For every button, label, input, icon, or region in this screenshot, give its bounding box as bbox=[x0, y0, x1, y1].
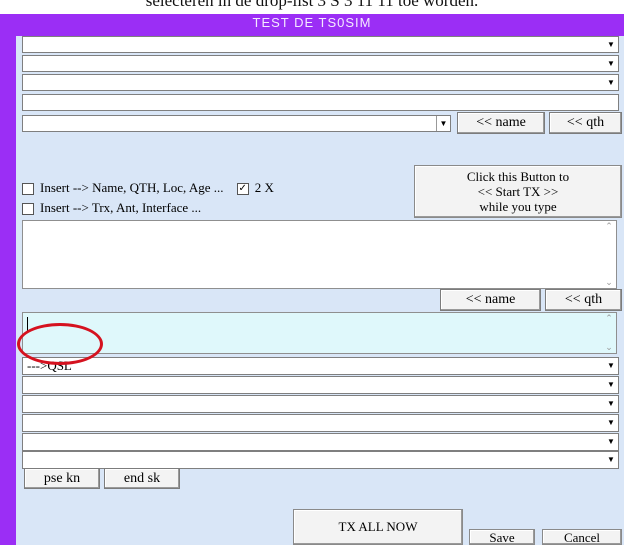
caption-text: selecteren in de drop-list 3 S 3 11 11 t… bbox=[145, 0, 479, 10]
macro-dropdown-3[interactable]: ▼ bbox=[22, 395, 619, 413]
scroll-up-icon[interactable]: ⌃ bbox=[605, 221, 613, 232]
top-dropdown-2[interactable]: ▼ bbox=[22, 55, 619, 72]
qth-button-top[interactable]: << qth bbox=[549, 112, 622, 134]
insert-name-label: Insert --> Name, QTH, Loc, Age ... bbox=[40, 180, 224, 195]
chevron-down-icon[interactable]: ▼ bbox=[604, 377, 618, 392]
macro-dropdown-2[interactable]: ▼ bbox=[22, 376, 619, 394]
chevron-down-icon[interactable]: ▼ bbox=[604, 434, 618, 449]
message-textarea[interactable]: ⌃ ⌄ bbox=[22, 220, 617, 289]
macro-dropdown-4[interactable]: ▼ bbox=[22, 414, 619, 432]
macro-dropdown-1[interactable]: --->QSL ▼ bbox=[22, 357, 619, 375]
insert-trx-label: Insert --> Trx, Ant, Interface ... bbox=[40, 200, 202, 215]
input-scrollbar[interactable]: ⌃ ⌄ bbox=[602, 313, 616, 353]
chevron-down-icon[interactable]: ▼ bbox=[604, 415, 618, 430]
top-text-field[interactable] bbox=[22, 94, 619, 111]
window-title: TEST DE TS0SIM bbox=[252, 15, 372, 30]
chevron-down-icon[interactable]: ▼ bbox=[604, 37, 618, 52]
top-dropdown-3[interactable]: ▼ bbox=[22, 74, 619, 91]
macro-dropdown-5[interactable]: ▼ bbox=[22, 433, 619, 451]
scroll-down-icon[interactable]: ⌄ bbox=[605, 277, 613, 288]
name-button-mid[interactable]: << name bbox=[440, 289, 541, 311]
end-sk-button[interactable]: end sk bbox=[104, 468, 180, 489]
chevron-down-icon[interactable]: ▼ bbox=[604, 452, 618, 467]
chevron-down-icon[interactable]: ▼ bbox=[604, 396, 618, 411]
scroll-down-icon[interactable]: ⌄ bbox=[605, 342, 613, 353]
insert-trx-check-row[interactable]: Insert --> Trx, Ant, Interface ... bbox=[22, 200, 201, 216]
start-tx-button[interactable]: Click this Button to << Start TX >> whil… bbox=[414, 165, 622, 218]
chevron-down-icon[interactable]: ▼ bbox=[436, 116, 450, 131]
chevron-down-icon[interactable]: ▼ bbox=[604, 358, 618, 373]
scroll-up-icon[interactable]: ⌃ bbox=[605, 313, 613, 324]
tx-all-now-button[interactable]: TX ALL NOW bbox=[293, 509, 463, 545]
two-x-label: 2 X bbox=[254, 180, 274, 195]
name-button-top[interactable]: << name bbox=[457, 112, 545, 134]
cancel-button[interactable]: Cancel bbox=[542, 529, 622, 545]
chevron-down-icon[interactable]: ▼ bbox=[604, 56, 618, 71]
macro-dropdown-6[interactable]: ▼ bbox=[22, 451, 619, 469]
pse-kn-button[interactable]: pse kn bbox=[24, 468, 100, 489]
client-area: ▼ ▼ ▼ ▼ << name << qth Insert --> Name, … bbox=[16, 36, 624, 545]
chevron-down-icon[interactable]: ▼ bbox=[604, 75, 618, 90]
textarea-scrollbar[interactable]: ⌃ ⌄ bbox=[602, 221, 616, 288]
annotation-circle bbox=[17, 323, 103, 365]
insert-name-checkbox[interactable] bbox=[22, 183, 34, 196]
insert-name-check-row[interactable]: Insert --> Name, QTH, Loc, Age ... ✓ 2 X bbox=[22, 180, 274, 196]
input-textarea[interactable]: ⌃ ⌄ bbox=[22, 312, 617, 354]
insert-trx-checkbox[interactable] bbox=[22, 203, 34, 216]
save-button[interactable]: Save bbox=[469, 529, 535, 545]
top-dropdown-1[interactable]: ▼ bbox=[22, 36, 619, 53]
qth-button-mid[interactable]: << qth bbox=[545, 289, 622, 311]
two-x-checkbox[interactable]: ✓ bbox=[236, 183, 249, 196]
app-window: TEST DE TS0SIM ▼ ▼ ▼ ▼ << name << qth In… bbox=[0, 14, 624, 545]
top-select[interactable]: ▼ bbox=[22, 115, 451, 132]
